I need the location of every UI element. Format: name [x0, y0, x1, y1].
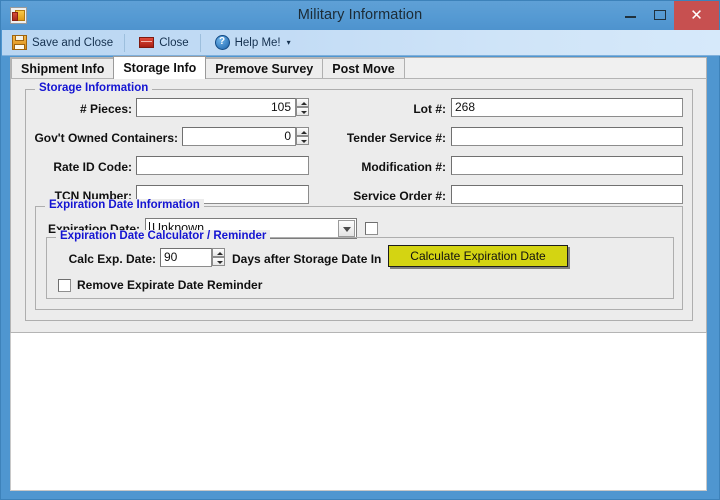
rate-id-code-input[interactable] [136, 156, 309, 175]
service-order-number-label: Service Order #: [353, 189, 446, 203]
access-form-icon [10, 7, 27, 24]
govt-owned-containers-label: Gov't Owned Containers: [34, 131, 178, 145]
expiration-date-calculator-group-title: Expiration Date Calculator / Reminder [56, 230, 271, 242]
days-after-storage-date-label: Days after Storage Date In [232, 252, 382, 266]
application-window: Military Information ✕ Save and Close Cl… [0, 0, 720, 500]
govt-owned-containers-input[interactable]: 0 [182, 127, 296, 146]
help-me-label: Help Me! [234, 36, 281, 49]
modification-number-label: Modification #: [361, 160, 446, 174]
pieces-spinner[interactable] [296, 98, 309, 117]
maximize-icon [654, 10, 666, 20]
pieces-label: # Pieces: [79, 102, 132, 116]
expiration-date-checkbox[interactable] [365, 222, 378, 235]
govt-owned-containers-spinner-up[interactable] [296, 127, 309, 136]
govt-owned-containers-spinner-down[interactable] [296, 136, 309, 145]
window-title: Military Information [297, 7, 423, 23]
tender-service-number-input[interactable] [451, 127, 683, 146]
close-window-button[interactable]: ✕ [674, 1, 719, 30]
remove-expirate-date-reminder-label: Remove Expirate Date Reminder [77, 278, 263, 292]
close-book-icon [139, 35, 155, 50]
save-icon [12, 35, 27, 50]
minimize-icon [625, 16, 636, 18]
pieces-spinner-up[interactable] [296, 98, 309, 107]
govt-owned-containers-spinner[interactable] [296, 127, 309, 146]
pieces-spinner-down[interactable] [296, 107, 309, 116]
help-question-icon: ? [214, 35, 230, 50]
tab-storage-info[interactable]: Storage Info [113, 56, 207, 79]
tab-shipment-info[interactable]: Shipment Info [11, 58, 115, 79]
expiration-date-information-group-title: Expiration Date Information [45, 199, 204, 211]
calc-days-spinner[interactable] [212, 248, 225, 267]
lot-number-label: Lot #: [413, 102, 446, 116]
save-and-close-label: Save and Close [32, 36, 114, 49]
window-controls: ✕ [616, 1, 719, 30]
expiration-date-dropdown-button[interactable] [338, 220, 355, 237]
title-bar: Military Information ✕ [1, 1, 719, 30]
toolbar: Save and Close Close ? Help Me! ▾ [2, 30, 720, 56]
calc-days-spinner-down[interactable] [212, 257, 225, 266]
tab-premove-survey[interactable]: Premove Survey [205, 58, 324, 79]
maximize-button[interactable] [645, 1, 674, 30]
calculate-expiration-date-button[interactable]: Calculate Expiration Date [388, 245, 568, 267]
storage-information-group: Storage Information # Pieces: 105 Gov't … [25, 82, 693, 321]
pieces-input[interactable]: 105 [136, 98, 296, 117]
save-and-close-button[interactable]: Save and Close [5, 32, 120, 54]
close-label: Close [159, 36, 189, 49]
close-button[interactable]: Close [132, 32, 195, 54]
tab-post-move[interactable]: Post Move [322, 58, 405, 79]
service-order-number-input[interactable] [451, 185, 683, 204]
toolbar-separator [199, 33, 201, 52]
calc-exp-date-label: Calc Exp. Date: [68, 252, 156, 266]
rate-id-code-label: Rate ID Code: [53, 160, 132, 174]
lot-number-input[interactable]: 268 [451, 98, 683, 117]
toolbar-separator [124, 33, 126, 52]
tender-service-number-label: Tender Service #: [346, 131, 446, 145]
chevron-down-icon[interactable]: ▾ [287, 38, 291, 47]
chevron-down-icon [343, 227, 351, 232]
remove-expirate-date-reminder-checkbox[interactable] [58, 279, 71, 292]
expiration-date-calculator-group: Expiration Date Calculator / Reminder Ca… [46, 230, 674, 299]
tab-strip: Shipment Info Storage Info Premove Surve… [10, 56, 707, 79]
calc-days-spinner-up[interactable] [212, 248, 225, 257]
expiration-date-information-group: Expiration Date Information Expiration D… [35, 199, 683, 310]
help-me-button[interactable]: ? Help Me! ▾ [208, 32, 298, 54]
close-icon: ✕ [690, 7, 703, 24]
minimize-button[interactable] [616, 1, 645, 30]
calc-days-input[interactable]: 90 [160, 248, 212, 267]
storage-information-group-title: Storage Information [35, 82, 153, 94]
storage-info-panel: Storage Information # Pieces: 105 Gov't … [10, 78, 707, 333]
modification-number-input[interactable] [451, 156, 683, 175]
form-blank-area [10, 333, 707, 491]
